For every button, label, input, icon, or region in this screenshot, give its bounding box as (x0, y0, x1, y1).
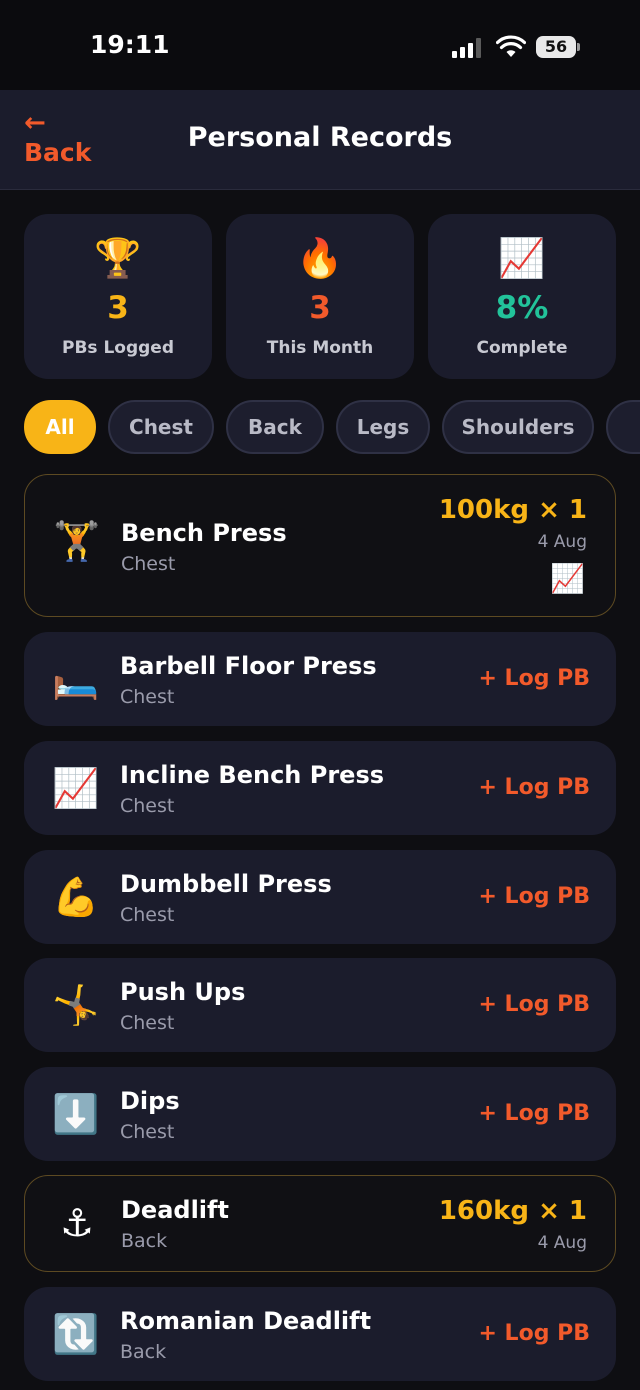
record-name: Dumbbell Press (120, 870, 332, 898)
record-card-bench-press[interactable]: 🏋️ Bench Press Chest 100kg × 1 4 Aug 📈 (24, 474, 616, 617)
stat-label: This Month (266, 338, 374, 358)
record-category: Chest (120, 1121, 175, 1143)
stat-value: 3 (309, 290, 331, 326)
record-name: Deadlift (121, 1196, 229, 1224)
record-value: 160kg × 1 (438, 1196, 587, 1226)
log-pb-button[interactable]: + Log PB (478, 666, 590, 691)
record-card-push-ups[interactable]: 🤸 Push Ups Chest + Log PB (24, 958, 616, 1052)
record-category: Chest (120, 795, 175, 817)
bed-icon: 🛏️ (52, 657, 100, 701)
filter-chip-more[interactable] (606, 400, 640, 454)
filter-chip-shoulders[interactable]: Shoulders (442, 400, 594, 454)
filter-chip-chest[interactable]: Chest (108, 400, 214, 454)
status-bar: 19:11 56 (0, 0, 640, 90)
log-pb-button[interactable]: + Log PB (478, 992, 590, 1017)
signal-icon (452, 38, 481, 58)
record-name: Barbell Floor Press (120, 652, 377, 680)
record-name: Incline Bench Press (120, 761, 385, 789)
anchor-icon: ⚓ (59, 1201, 95, 1245)
battery-icon: 56 (536, 36, 580, 58)
record-category: Chest (120, 1012, 175, 1034)
battery-level: 56 (544, 37, 568, 56)
category-filter-bar[interactable]: All Chest Back Legs Shoulders (0, 400, 640, 454)
record-name: Bench Press (121, 519, 287, 547)
log-pb-button[interactable]: + Log PB (478, 1101, 590, 1126)
weightlifter-icon: 🏋️ (53, 519, 101, 563)
chart-increasing-icon: 📈 (52, 766, 100, 810)
record-category: Chest (120, 904, 175, 926)
log-pb-button[interactable]: + Log PB (478, 775, 590, 800)
record-card-barbell-floor-press[interactable]: 🛏️ Barbell Floor Press Chest + Log PB (24, 632, 616, 726)
record-name: Push Ups (120, 978, 246, 1006)
record-category: Chest (121, 553, 176, 575)
stat-card-complete: 📈 8% Complete (428, 214, 616, 379)
stat-label: Complete (476, 338, 568, 358)
page-title: Personal Records (187, 122, 453, 153)
filter-chip-back[interactable]: Back (226, 400, 324, 454)
wifi-icon (496, 35, 526, 57)
record-date: 4 Aug (537, 1233, 587, 1253)
stat-card-this-month: 🔥 3 This Month (226, 214, 414, 379)
log-pb-button[interactable]: + Log PB (478, 1321, 590, 1346)
flexed-biceps-icon: 💪 (52, 875, 100, 919)
record-value: 100kg × 1 (438, 495, 587, 525)
trophy-icon: 🏆 (94, 236, 142, 280)
record-category: Back (120, 1341, 167, 1363)
stat-value: 3 (107, 290, 129, 326)
filter-chip-all[interactable]: All (24, 400, 96, 454)
status-time: 19:11 (90, 30, 170, 59)
record-name: Romanian Deadlift (120, 1307, 372, 1335)
record-date: 4 Aug (537, 532, 587, 552)
fire-icon: 🔥 (296, 236, 344, 280)
stat-card-pbs-logged: 🏆 3 PBs Logged (24, 214, 212, 379)
record-card-romanian-deadlift[interactable]: 🔃 Romanian Deadlift Back + Log PB (24, 1287, 616, 1381)
stat-label: PBs Logged (61, 338, 174, 358)
record-card-deadlift[interactable]: ⚓ Deadlift Back 160kg × 1 4 Aug (24, 1175, 616, 1272)
filter-chip-legs[interactable]: Legs (336, 400, 430, 454)
progress-chart-icon[interactable]: 📈 (550, 563, 585, 595)
down-arrow-icon: ⬇️ (52, 1092, 100, 1136)
stat-value: 8% (495, 290, 549, 326)
record-name: Dips (120, 1087, 180, 1115)
record-category: Chest (120, 686, 175, 708)
clockwise-arrows-icon: 🔃 (52, 1312, 100, 1356)
cartwheel-icon: 🤸 (52, 983, 100, 1027)
record-card-dips[interactable]: ⬇️ Dips Chest + Log PB (24, 1067, 616, 1161)
record-card-dumbbell-press[interactable]: 💪 Dumbbell Press Chest + Log PB (24, 850, 616, 944)
header: ← Back Personal Records (0, 90, 640, 190)
log-pb-button[interactable]: + Log PB (478, 884, 590, 909)
record-category: Back (121, 1230, 168, 1252)
record-card-incline-bench-press[interactable]: 📈 Incline Bench Press Chest + Log PB (24, 741, 616, 835)
chart-increasing-icon: 📈 (498, 236, 546, 280)
